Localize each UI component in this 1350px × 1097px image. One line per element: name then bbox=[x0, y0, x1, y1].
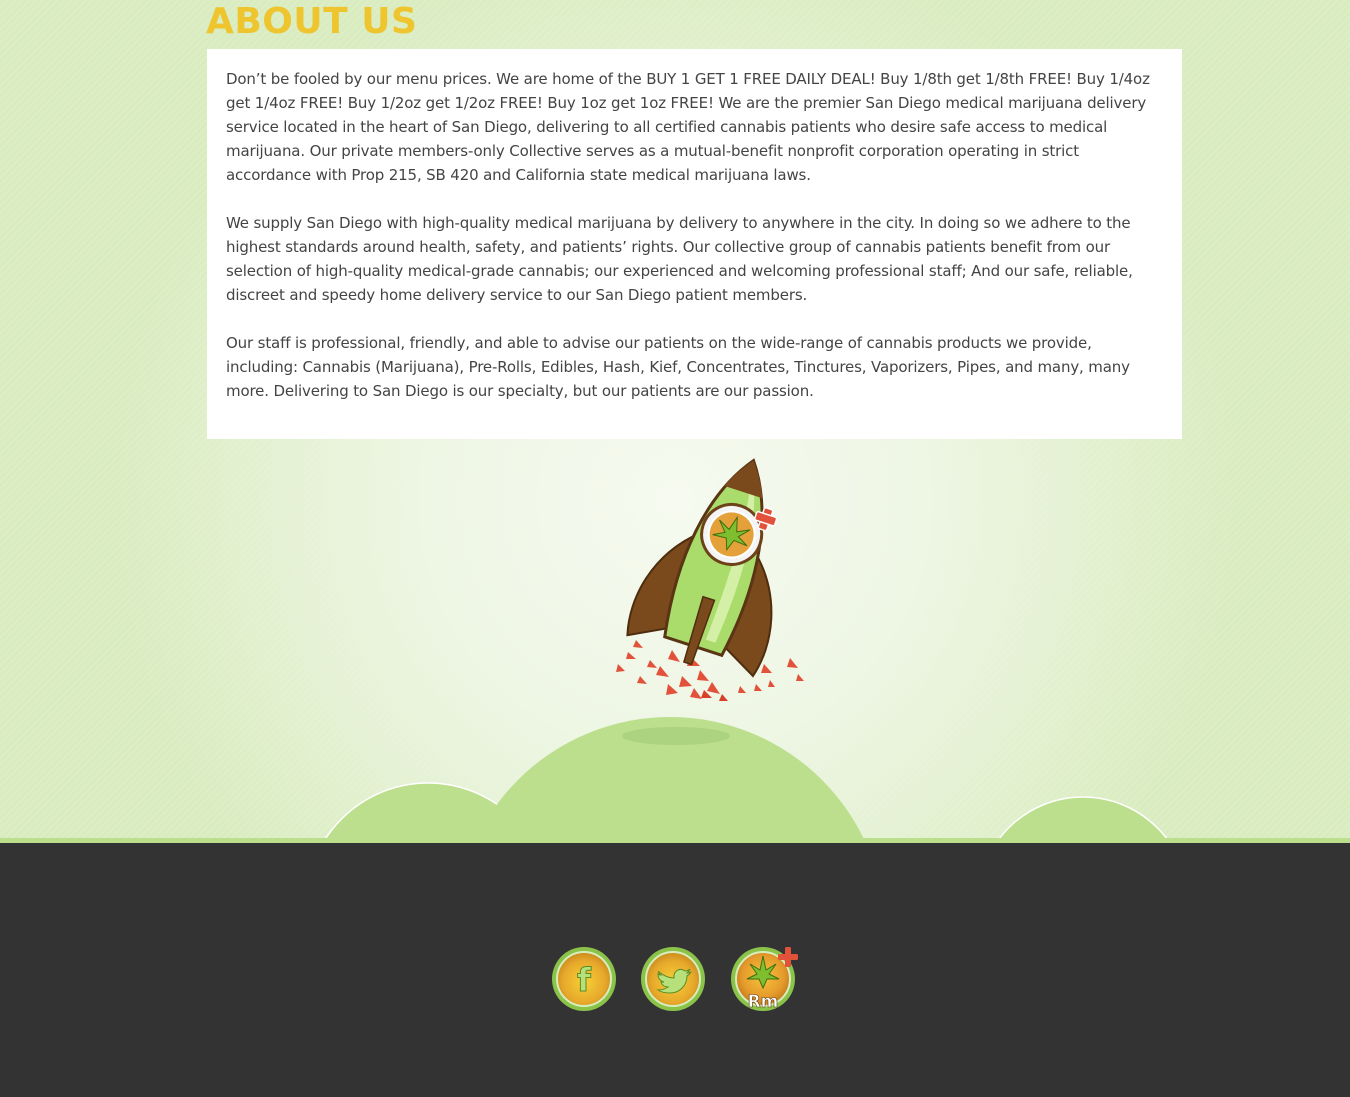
twitter-link[interactable] bbox=[640, 946, 706, 1012]
facebook-icon: f bbox=[552, 947, 616, 1011]
hills-illustration bbox=[0, 458, 1350, 843]
hills bbox=[0, 717, 1350, 843]
rm-icon: Rm bbox=[731, 947, 798, 1012]
rm-link[interactable]: Rm bbox=[730, 946, 802, 1012]
about-content: Don’t be fooled by our menu prices. We a… bbox=[207, 49, 1182, 439]
twitter-icon bbox=[641, 947, 705, 1011]
rm-label: Rm bbox=[748, 992, 779, 1012]
about-paragraph-3: Our staff is professional, friendly, and… bbox=[226, 334, 1130, 400]
facebook-label: f bbox=[577, 961, 592, 999]
main-area: ABOUT US Don’t be fooled by our menu pri… bbox=[0, 0, 1350, 843]
page-title: ABOUT US bbox=[206, 1, 418, 42]
about-paragraph-2: We supply San Diego with high-quality me… bbox=[226, 214, 1133, 304]
about-paragraph-1: Don’t be fooled by our menu prices. We a… bbox=[226, 70, 1150, 184]
rocket-icon bbox=[626, 458, 778, 678]
facebook-link[interactable]: f bbox=[551, 946, 617, 1012]
